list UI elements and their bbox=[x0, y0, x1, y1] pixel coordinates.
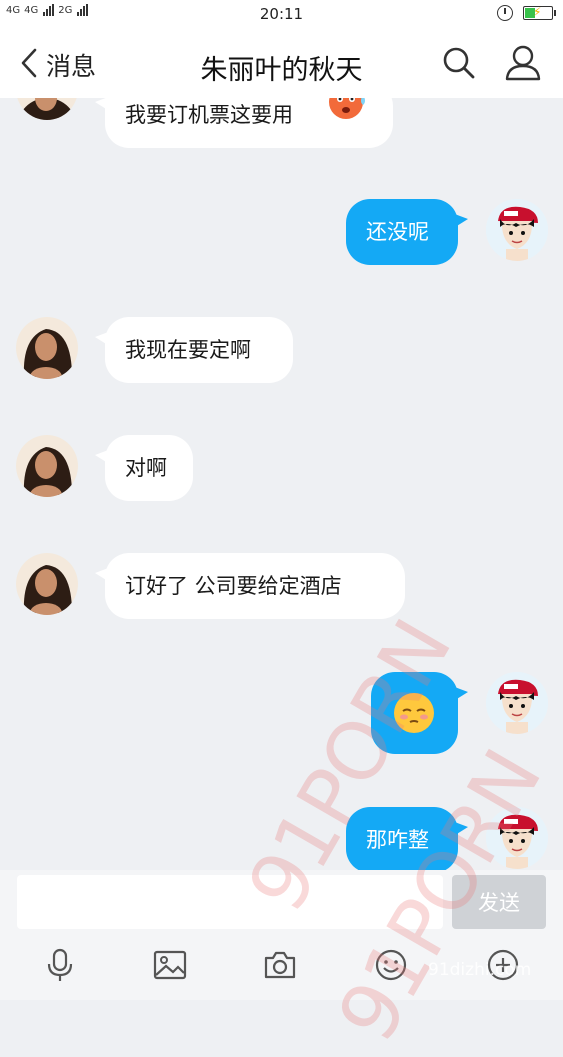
message-text: 我要订机票这要用 bbox=[125, 103, 293, 127]
status-time: 20:11 bbox=[259, 5, 304, 23]
status-bar: 4G 4G 2G 20:11 ⚡ bbox=[0, 0, 563, 30]
message-bubble[interactable]: 我现在要定啊 bbox=[95, 317, 293, 383]
message-bubble[interactable]: 对啊 bbox=[95, 435, 193, 501]
message-text: 那咋整 bbox=[366, 828, 429, 852]
search-icon[interactable] bbox=[442, 46, 476, 80]
sweat-face-icon bbox=[329, 98, 365, 119]
sleepy-face-icon bbox=[394, 693, 434, 733]
composer-bar: 发送 bbox=[0, 870, 563, 1000]
site-watermark: 91dizhi.com bbox=[428, 960, 532, 980]
message-bubble[interactable]: 还没呢 bbox=[346, 199, 468, 265]
message-input[interactable] bbox=[17, 875, 443, 929]
contact-avatar[interactable] bbox=[16, 98, 78, 120]
image-icon[interactable] bbox=[153, 948, 187, 982]
alarm-icon bbox=[497, 5, 513, 21]
chat-title: 朱丽叶的秋天 bbox=[200, 55, 363, 86]
message-text: 我现在要定啊 bbox=[125, 338, 251, 362]
message-text: 对啊 bbox=[125, 456, 167, 480]
my-avatar[interactable] bbox=[486, 672, 548, 734]
send-button[interactable]: 发送 bbox=[452, 875, 546, 929]
message-bubble[interactable]: 订好了 公司要给定酒店 bbox=[95, 553, 405, 619]
message-bubble[interactable]: 我要订机票这要用 bbox=[95, 98, 393, 148]
microphone-icon[interactable] bbox=[43, 948, 77, 982]
battery-charging-icon: ⚡ bbox=[523, 5, 556, 20]
emoji-icon[interactable] bbox=[374, 948, 408, 982]
camera-icon[interactable] bbox=[263, 948, 297, 982]
message-list[interactable]: 我要订机票这要用 还没呢 我现在要定啊 对啊 订好了 公司要给定酒店 那咋整 bbox=[0, 98, 563, 870]
my-avatar[interactable] bbox=[486, 199, 548, 261]
message-text: 订好了 公司要给定酒店 bbox=[125, 574, 342, 598]
contact-avatar[interactable] bbox=[16, 553, 78, 615]
message-text: 还没呢 bbox=[366, 220, 429, 244]
message-bubble[interactable]: 那咋整 bbox=[346, 807, 468, 870]
contact-avatar[interactable] bbox=[16, 317, 78, 379]
profile-icon[interactable] bbox=[504, 44, 542, 82]
message-bubble[interactable] bbox=[371, 672, 468, 754]
contact-avatar[interactable] bbox=[16, 435, 78, 497]
chat-header: 消息 朱丽叶的秋天 bbox=[0, 30, 563, 98]
my-avatar[interactable] bbox=[486, 807, 548, 869]
